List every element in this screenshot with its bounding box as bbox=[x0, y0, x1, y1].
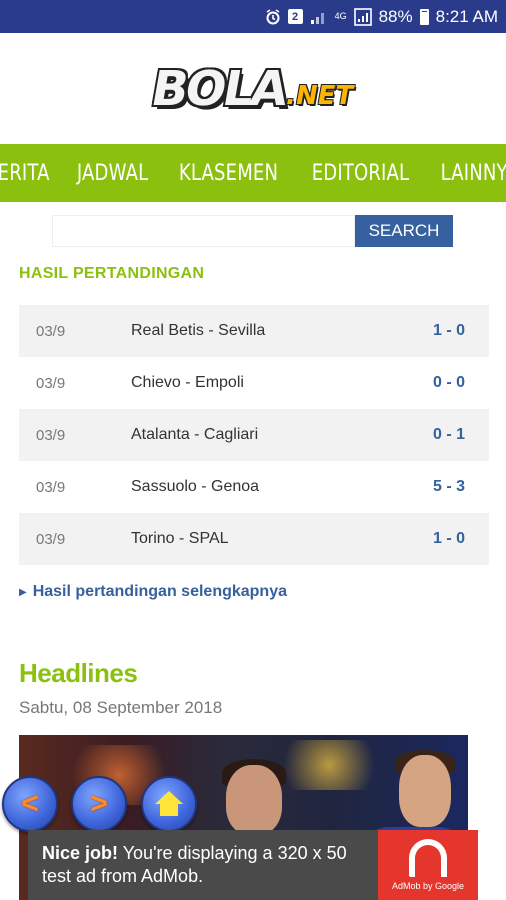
match-teams: Atalanta - Cagliari bbox=[131, 426, 259, 443]
search-input[interactable] bbox=[52, 215, 355, 247]
ad-text-bold: Nice job! bbox=[42, 843, 119, 863]
match-teams: Real Betis - Sevilla bbox=[131, 322, 266, 339]
ad-text: Nice job! You're displaying a 320 x 50 t… bbox=[42, 842, 380, 888]
match-row[interactable]: 03/9 Real Betis - Sevilla 1 - 0 bbox=[19, 305, 489, 357]
results-table: 03/9 Real Betis - Sevilla 1 - 0 03/9 Chi… bbox=[19, 305, 489, 565]
signal-strength-icon bbox=[353, 7, 372, 26]
match-teams: Chievo - Empoli bbox=[131, 374, 244, 391]
search-bar: SEARCH bbox=[52, 215, 453, 247]
notification-badge-icon: 2 bbox=[287, 9, 303, 24]
logo-main-text: BOLA bbox=[146, 60, 290, 117]
match-teams: Sassuolo - Genoa bbox=[131, 478, 260, 495]
match-date: 03/9 bbox=[36, 374, 66, 392]
more-results-label: Hasil pertandingan selengkapnya bbox=[32, 583, 287, 600]
header-logo-area: BOLA .NET bbox=[0, 33, 506, 144]
status-bar: 2 4G 88% 8:21 AM bbox=[0, 0, 506, 33]
forward-button[interactable]: > bbox=[71, 776, 127, 832]
match-date: 03/9 bbox=[36, 322, 66, 340]
results-section-title: HASIL PERTANDINGAN bbox=[19, 265, 205, 282]
match-row[interactable]: 03/9 Torino - SPAL 1 - 0 bbox=[19, 513, 489, 565]
match-score: 1 - 0 bbox=[432, 322, 465, 339]
nav-item-editorial[interactable]: EDITORIAL bbox=[312, 161, 410, 186]
match-date: 03/9 bbox=[36, 530, 66, 548]
nav-item-lainnya[interactable]: LAINNYA bbox=[441, 161, 506, 186]
admob-logo: AdMob by Google bbox=[378, 830, 478, 900]
match-score: 1 - 0 bbox=[432, 530, 465, 547]
ad-banner[interactable]: Nice job! You're displaying a 320 x 50 t… bbox=[28, 830, 478, 900]
alarm-icon bbox=[265, 8, 281, 25]
forward-arrow-icon: > bbox=[90, 787, 108, 820]
search-button[interactable]: SEARCH bbox=[355, 215, 453, 247]
match-row[interactable]: 03/9 Atalanta - Cagliari 0 - 1 bbox=[19, 409, 489, 461]
nav-item-jadwal[interactable]: JADWAL bbox=[77, 161, 148, 186]
battery-icon bbox=[419, 8, 429, 25]
back-arrow-icon: < bbox=[21, 787, 39, 820]
headlines-title: Headlines bbox=[19, 658, 138, 688]
signal-icon bbox=[310, 9, 328, 25]
home-icon bbox=[155, 791, 183, 817]
logo-suffix-text: .NET bbox=[283, 80, 356, 111]
battery-percent: 88% bbox=[378, 6, 413, 26]
network-type-icon: 4G bbox=[334, 11, 347, 21]
admob-icon bbox=[409, 839, 447, 877]
headlines-date: Sabtu, 08 September 2018 bbox=[19, 698, 223, 717]
match-date: 03/9 bbox=[36, 478, 66, 496]
nav-item-berita[interactable]: BERITA bbox=[0, 161, 50, 186]
main-nav: BERITA JADWAL KLASEMEN EDITORIAL LAINNYA bbox=[0, 144, 506, 202]
match-teams: Torino - SPAL bbox=[131, 530, 229, 547]
match-score: 0 - 1 bbox=[432, 426, 465, 443]
match-date: 03/9 bbox=[36, 426, 66, 444]
back-button[interactable]: < bbox=[2, 776, 58, 832]
nav-item-klasemen[interactable]: KLASEMEN bbox=[179, 161, 278, 186]
match-row[interactable]: 03/9 Sassuolo - Genoa 5 - 3 bbox=[19, 461, 489, 513]
admob-caption: AdMob by Google bbox=[391, 881, 465, 891]
match-score: 5 - 3 bbox=[432, 478, 465, 495]
clock: 8:21 AM bbox=[435, 6, 498, 26]
match-row[interactable]: 03/9 Chievo - Empoli 0 - 0 bbox=[19, 357, 489, 409]
triangle-right-icon: ▶ bbox=[19, 586, 27, 598]
home-button[interactable] bbox=[141, 776, 197, 832]
more-results-link[interactable]: ▶ Hasil pertandingan selengkapnya bbox=[19, 583, 287, 601]
site-logo[interactable]: BOLA .NET bbox=[147, 61, 359, 117]
match-score: 0 - 0 bbox=[432, 374, 465, 391]
